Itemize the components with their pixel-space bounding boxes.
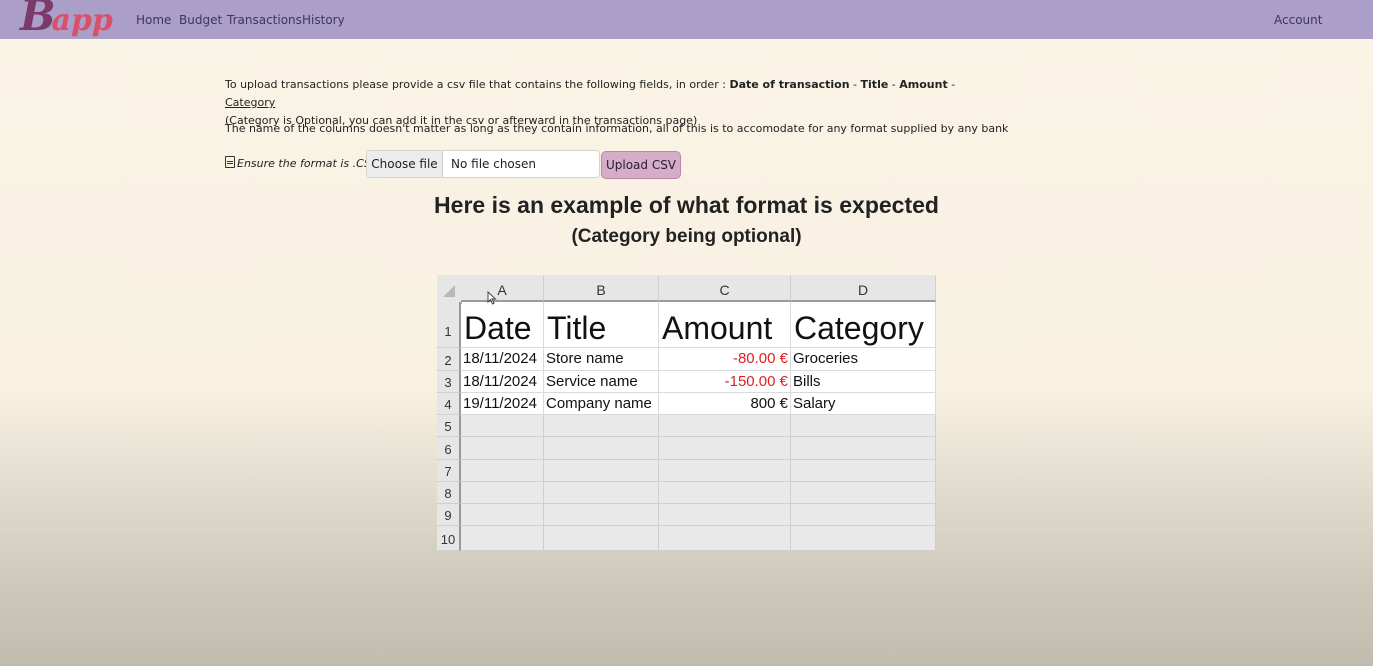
row-header-1: 1 bbox=[437, 302, 461, 348]
nav-account[interactable]: Account bbox=[1274, 13, 1322, 27]
mouse-cursor-icon bbox=[487, 291, 497, 305]
upload-csv-button[interactable]: Upload CSV bbox=[601, 151, 681, 179]
data-cell-category: Salary bbox=[791, 393, 936, 415]
row-header-9: 9 bbox=[437, 504, 461, 526]
header-cell: Category bbox=[791, 302, 936, 348]
empty-cell bbox=[791, 526, 936, 551]
example-title: Here is an example of what format is exp… bbox=[434, 192, 939, 218]
empty-cell bbox=[659, 415, 791, 437]
column-header-b: B bbox=[544, 275, 659, 302]
data-cell-date: 19/11/2024 bbox=[461, 393, 544, 415]
empty-cell bbox=[659, 482, 791, 504]
empty-cell bbox=[791, 415, 936, 437]
header-cell: Date bbox=[461, 302, 544, 348]
data-cell-amount: -80.00 € bbox=[659, 348, 791, 371]
empty-cell bbox=[544, 437, 659, 460]
empty-cell bbox=[461, 526, 544, 551]
empty-cell bbox=[544, 526, 659, 551]
navbar: Bapp Home Budget Transactions History Ac… bbox=[0, 0, 1373, 39]
format-hint: Ensure the format is .CSV bbox=[225, 156, 379, 170]
example-spreadsheet-image: A B C D 1 2 3 4 5 6 7 8 9 10 Date Title Amount Category 18… bbox=[437, 275, 936, 551]
field-date: Date of transaction bbox=[729, 78, 850, 91]
empty-cell bbox=[461, 437, 544, 460]
row-header-5: 5 bbox=[437, 415, 461, 437]
empty-cell bbox=[544, 460, 659, 482]
data-cell-title: Service name bbox=[544, 371, 659, 393]
example-subtitle: (Category being optional) bbox=[571, 226, 802, 247]
choose-file-button[interactable]: Choose file bbox=[367, 151, 443, 177]
empty-cell bbox=[791, 482, 936, 504]
empty-cell bbox=[461, 415, 544, 437]
nav-history[interactable]: History bbox=[302, 13, 345, 27]
data-cell-amount: 800 € bbox=[659, 393, 791, 415]
field-title: Title bbox=[860, 78, 889, 91]
header-cell: Title bbox=[544, 302, 659, 348]
row-header-3: 3 bbox=[437, 371, 461, 393]
file-status: No file chosen bbox=[451, 157, 537, 171]
empty-cell bbox=[544, 482, 659, 504]
empty-cell bbox=[659, 460, 791, 482]
data-cell-title: Store name bbox=[544, 348, 659, 371]
empty-cell bbox=[659, 504, 791, 526]
nav-budget[interactable]: Budget bbox=[179, 13, 222, 27]
file-icon bbox=[225, 156, 235, 168]
data-cell-category: Groceries bbox=[791, 348, 936, 371]
row-header-4: 4 bbox=[437, 393, 461, 415]
empty-cell bbox=[659, 526, 791, 551]
data-cell-title: Company name bbox=[544, 393, 659, 415]
row-header-8: 8 bbox=[437, 482, 461, 504]
empty-cell bbox=[659, 437, 791, 460]
data-cell-amount: -150.00 € bbox=[659, 371, 791, 393]
app-logo[interactable]: Bapp bbox=[20, 0, 113, 38]
data-cell-category: Bills bbox=[791, 371, 936, 393]
row-header-10: 10 bbox=[437, 526, 461, 551]
row-header-7: 7 bbox=[437, 460, 461, 482]
empty-cell bbox=[461, 460, 544, 482]
row-header-2: 2 bbox=[437, 348, 461, 371]
header-cell: Amount bbox=[659, 302, 791, 348]
row-header-6: 6 bbox=[437, 437, 461, 460]
empty-cell bbox=[544, 504, 659, 526]
data-cell-date: 18/11/2024 bbox=[461, 348, 544, 371]
field-category: Category bbox=[225, 96, 276, 109]
column-header-a: A bbox=[461, 275, 544, 302]
data-cell-date: 18/11/2024 bbox=[461, 371, 544, 393]
empty-cell bbox=[791, 437, 936, 460]
select-all-corner bbox=[437, 275, 462, 304]
empty-cell bbox=[461, 504, 544, 526]
column-header-d: D bbox=[791, 275, 936, 302]
empty-cell bbox=[791, 504, 936, 526]
field-amount: Amount bbox=[899, 78, 948, 91]
column-header-c: C bbox=[659, 275, 791, 302]
empty-cell bbox=[461, 482, 544, 504]
empty-cell bbox=[791, 460, 936, 482]
nav-home[interactable]: Home bbox=[136, 13, 171, 27]
empty-cell bbox=[544, 415, 659, 437]
file-input[interactable]: Choose file No file chosen bbox=[366, 150, 600, 178]
nav-transactions[interactable]: Transactions bbox=[227, 13, 302, 27]
columns-note: The name of the columns doesn't matter a… bbox=[225, 122, 1009, 135]
